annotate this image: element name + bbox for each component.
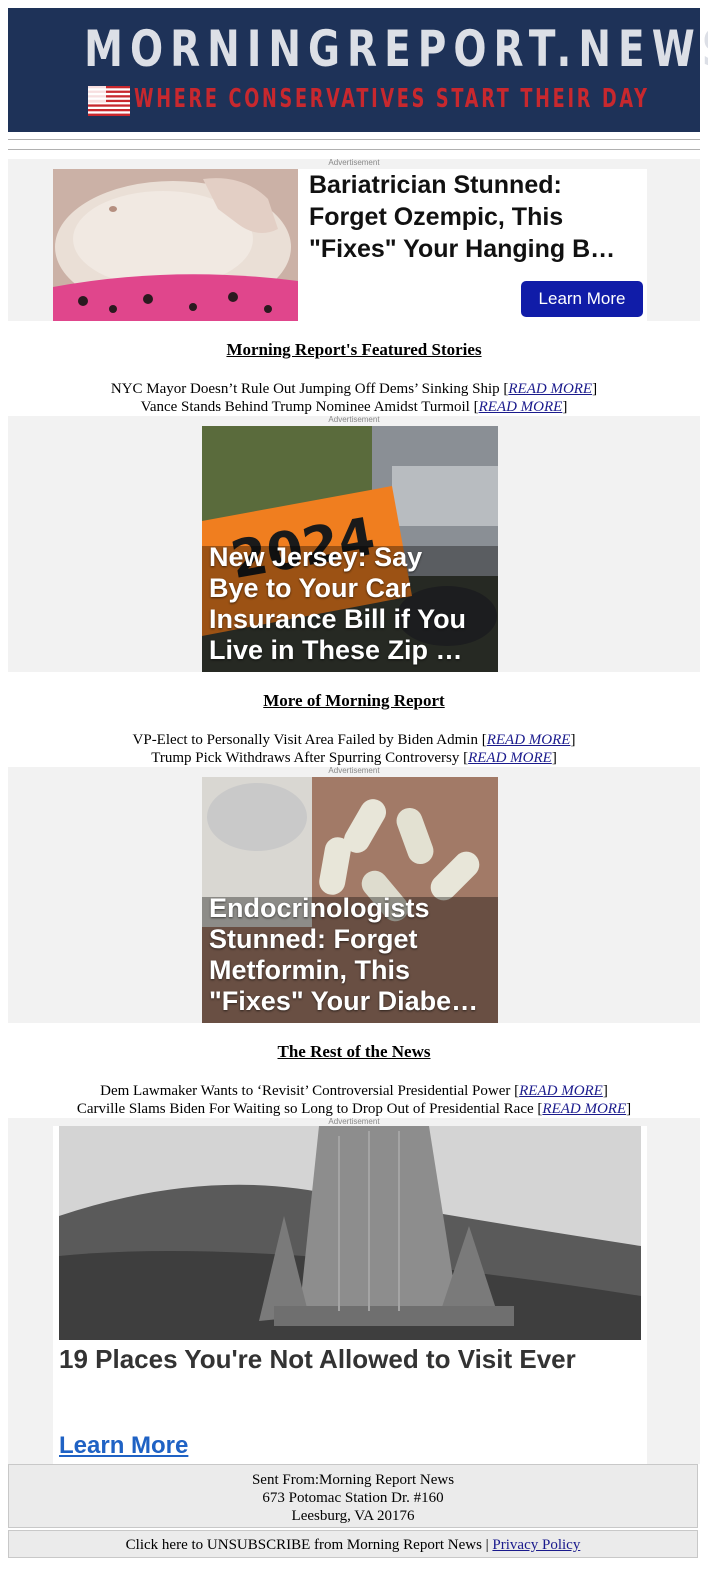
ad-block-2: Advertisement 2024 New Jersey: Say Bye t… [8,415,700,672]
read-more-link[interactable]: READ MORE [479,399,563,415]
unsubscribe-link[interactable]: Click here to UNSUBSCRIBE from Morning R… [126,1537,482,1553]
tower-photo-illustration [59,1126,641,1340]
story-headline: Dem Lawmaker Wants to ‘Revisit’ Controve… [100,1083,511,1099]
advertisement-label: Advertisement [328,158,380,167]
footer-street: 673 Potomac Station Dr. #160 [262,1490,444,1506]
story-item[interactable]: Dem Lawmaker Wants to ‘Revisit’ Controve… [0,1082,708,1100]
ad-card-endocrinologists[interactable]: Endocrinologists Stunned: Forget Metform… [202,777,498,1023]
ad-headline[interactable]: New Jersey: Say Bye to Your Car Insuranc… [209,542,491,666]
story-headline: Carville Slams Biden For Waiting so Long… [76,1101,534,1117]
story-headline: VP-Elect to Personally Visit Area Failed… [132,732,478,748]
section-title-featured: Morning Report's Featured Stories [226,340,482,359]
story-headline: Vance Stands Behind Trump Nominee Amidst… [140,399,470,415]
privacy-policy-link[interactable]: Privacy Policy [492,1537,580,1553]
footer-links: Click here to UNSUBSCRIBE from Morning R… [8,1530,698,1558]
section-title-more: More of Morning Report [263,691,445,710]
story-item[interactable]: Carville Slams Biden For Waiting so Long… [0,1100,708,1118]
story-headline: Trump Pick Withdraws After Spurring Cont… [151,750,460,766]
advertisement-label: Advertisement [328,415,380,424]
tagline-row: WHERE CONSERVATIVES START THEIR DAY [88,84,648,118]
ad-card-places[interactable]: 19 Places You're Not Allowed to Visit Ev… [53,1126,647,1464]
site-logo-text: MORNINGREPORT.NEWS [84,20,708,78]
learn-more-link[interactable]: Learn More [59,1432,188,1460]
read-more-link[interactable]: READ MORE [487,732,571,748]
ad-block-3: Advertisement Endocrinologists Stunned: … [8,766,700,1023]
ad-card-car-insurance[interactable]: 2024 New Jersey: Say Bye to Your Car Ins… [202,426,498,672]
advertisement-label: Advertisement [328,1117,380,1126]
footer-address: Sent From:Morning Report News 673 Potoma… [8,1464,698,1528]
story-item[interactable]: Vance Stands Behind Trump Nominee Amidst… [0,398,708,416]
ad-headline[interactable]: Bariatrician Stunned: Forget Ozempic, Th… [309,169,643,265]
story-item[interactable]: NYC Mayor Doesn’t Rule Out Jumping Off D… [0,380,708,398]
link-separator: | [485,1537,489,1553]
ad-block-1: Advertisement Bariatrician Stunned: Forg… [8,158,700,321]
ad-headline[interactable]: Endocrinologists Stunned: Forget Metform… [209,893,491,1017]
section-title-rest: The Rest of the News [277,1042,431,1061]
belly-photo-illustration [53,169,298,321]
story-item[interactable]: Trump Pick Withdraws After Spurring Cont… [0,749,708,767]
tagline: WHERE CONSERVATIVES START THEIR DAY [134,84,650,114]
footer-city: Leesburg, VA 20176 [291,1508,415,1524]
read-more-link[interactable]: READ MORE [519,1083,603,1099]
story-headline: NYC Mayor Doesn’t Rule Out Jumping Off D… [110,381,500,397]
read-more-link[interactable]: READ MORE [508,381,592,397]
story-item[interactable]: VP-Elect to Personally Visit Area Failed… [0,731,708,749]
divider-line [8,149,700,150]
footer-sender: Sent From:Morning Report News [251,1472,455,1488]
ad-card-bariatrician[interactable]: Bariatrician Stunned: Forget Ozempic, Th… [53,169,647,321]
ad-image-belly[interactable] [53,169,298,321]
read-more-link[interactable]: READ MORE [468,750,552,766]
ad-image-tower[interactable] [59,1126,641,1340]
learn-more-button[interactable]: Learn More [521,281,643,317]
read-more-link[interactable]: READ MORE [542,1101,626,1117]
ad-block-4: Advertisement 19 Places You're Not Allow… [8,1117,700,1464]
divider-line [8,139,700,140]
ad-headline[interactable]: 19 Places You're Not Allowed to Visit Ev… [59,1344,576,1375]
masthead-banner[interactable]: MORNINGREPORT.NEWS WHERE CONSERVATIVES S… [8,8,708,132]
us-flag-icon [88,86,130,116]
advertisement-label: Advertisement [328,766,380,775]
